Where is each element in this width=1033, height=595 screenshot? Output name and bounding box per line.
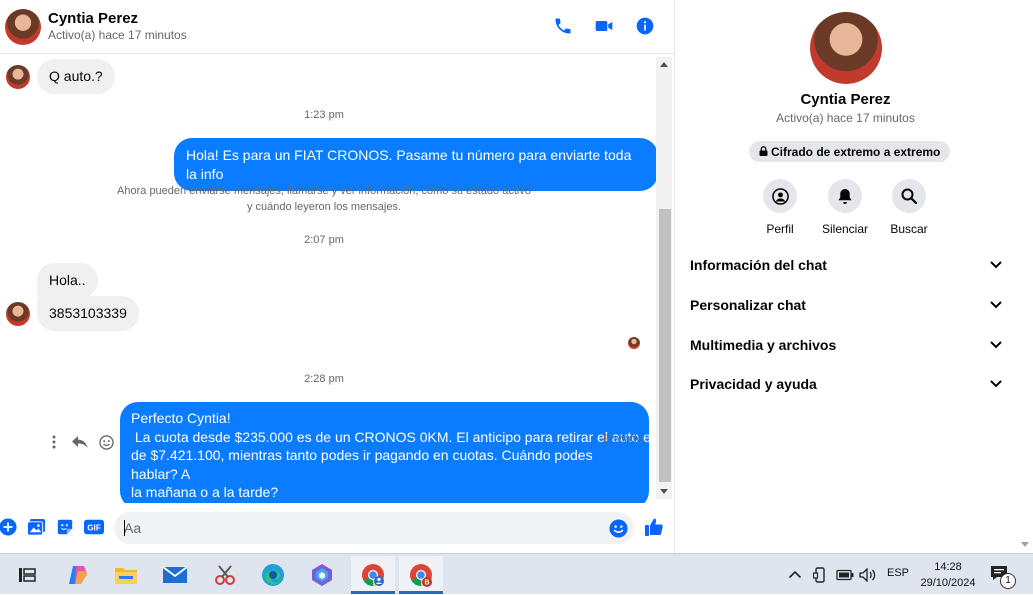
scroll-down-arrow[interactable] xyxy=(1021,542,1029,547)
text-caret xyxy=(124,520,125,536)
section-label: Información del chat xyxy=(690,257,827,273)
message-incoming[interactable]: 3853103339 xyxy=(37,296,139,331)
section-label: Multimedia y archivos xyxy=(690,337,837,353)
clock-date: 29/10/2024 xyxy=(920,577,976,589)
emoji-icon[interactable] xyxy=(608,518,628,538)
message-scrollbar[interactable] xyxy=(656,57,672,499)
timestamp: 1:23 pm xyxy=(304,109,344,121)
notification-icon[interactable]: 1 xyxy=(990,565,1016,589)
chrome-profile-icon[interactable] xyxy=(351,556,395,594)
scroll-up-arrow[interactable] xyxy=(660,62,668,67)
chat-info-panel: Cyntia Perez Activo(a) hace 17 minutos C… xyxy=(675,0,1016,553)
message-line: de $7.421.100, mientras tanto podes ir p… xyxy=(131,447,593,482)
svg-text:GIF: GIF xyxy=(87,524,101,533)
contact-status: Activo(a) hace 17 minutos xyxy=(48,28,187,42)
e2e-badge[interactable]: Cifrado de extremo a extremo xyxy=(749,141,951,162)
chat-header: Cyntia Perez Activo(a) hace 17 minutos xyxy=(0,0,674,54)
timestamp: 2:28 pm xyxy=(304,373,344,385)
system-notice-line: y cuándo leyeron los mensajes. xyxy=(246,201,402,213)
info-icon[interactable] xyxy=(634,15,656,37)
section-label: Privacidad y ayuda xyxy=(690,376,817,392)
system-notice: Ahora pueden enviarse mensajes, llamarse… xyxy=(90,183,558,215)
message-incoming[interactable]: Hola.. xyxy=(37,263,98,298)
task-view-icon[interactable] xyxy=(5,556,49,594)
chevron-down-icon xyxy=(990,296,1002,314)
volume-icon[interactable] xyxy=(859,554,877,595)
profile-label: Perfil xyxy=(766,222,794,236)
taskbar: B ESP 14:28 29/10/2024 1 xyxy=(0,553,1033,594)
mute-label: Silenciar xyxy=(821,222,869,236)
message-line: Perfecto Cyntia! xyxy=(131,410,231,426)
panel-avatar[interactable] xyxy=(810,12,882,84)
lock-icon xyxy=(759,145,768,159)
language-indicator[interactable]: ESP xyxy=(887,567,909,579)
contact-avatar[interactable] xyxy=(5,8,41,45)
contact-name[interactable]: Cyntia Perez xyxy=(48,10,187,28)
copilot-icon[interactable] xyxy=(56,556,100,594)
reply-icon[interactable] xyxy=(72,434,88,450)
panel-contact-name[interactable]: Cyntia Perez xyxy=(675,91,1016,108)
section-customize-chat[interactable]: Personalizar chat xyxy=(690,290,1002,320)
panel-scrollbar[interactable] xyxy=(1016,0,1033,553)
edge-icon[interactable] xyxy=(251,556,295,594)
section-chat-info[interactable]: Información del chat xyxy=(690,250,1002,280)
message-outgoing[interactable]: Perfecto Cyntia! La cuota desde $235.000… xyxy=(120,402,658,503)
e2e-label: Cifrado de extremo a extremo xyxy=(771,144,941,159)
notification-count: 1 xyxy=(1000,573,1016,589)
search-icon xyxy=(892,179,926,213)
system-notice-line: Ahora pueden enviarse mensajes, llamarse… xyxy=(117,185,531,197)
phone-icon[interactable] xyxy=(552,15,574,37)
tray-device-icon[interactable] xyxy=(813,554,827,595)
profile-icon xyxy=(763,179,797,213)
more-options-icon[interactable] xyxy=(46,434,62,450)
chevron-down-icon xyxy=(990,375,1002,393)
chrome-icon[interactable]: B xyxy=(399,556,443,594)
mute-button[interactable]: Silenciar xyxy=(810,179,880,236)
message-incoming[interactable]: Q auto.? xyxy=(37,59,115,94)
scroll-down-arrow[interactable] xyxy=(660,489,668,494)
file-explorer-icon[interactable] xyxy=(104,556,148,594)
battery-icon[interactable] xyxy=(836,554,854,595)
clock[interactable]: 14:28 29/10/2024 xyxy=(915,559,981,591)
profile-button[interactable]: Perfil xyxy=(745,179,815,236)
section-privacy-help[interactable]: Privacidad y ayuda xyxy=(690,369,1002,399)
sender-avatar[interactable] xyxy=(6,65,30,89)
message-line: La cuota desde $235.000 es de un CRONOS … xyxy=(131,428,658,445)
chevron-down-icon xyxy=(990,256,1002,274)
section-label: Personalizar chat xyxy=(690,297,806,313)
read-receipt-avatar xyxy=(628,337,640,349)
search-label: Buscar xyxy=(890,222,928,236)
plus-icon[interactable] xyxy=(0,517,18,537)
m365-icon[interactable] xyxy=(300,556,344,594)
message-list[interactable]: Q auto.? 1:23 pm Hola! Es para un FIAT C… xyxy=(0,55,658,503)
bell-icon xyxy=(828,179,862,213)
timestamp: 2:07 pm xyxy=(304,234,344,246)
sender-avatar[interactable] xyxy=(6,302,30,326)
video-icon[interactable] xyxy=(593,15,615,37)
image-icon[interactable] xyxy=(26,517,46,537)
message-input[interactable] xyxy=(114,512,584,544)
tray-chevron-up-icon[interactable] xyxy=(788,554,802,595)
chevron-down-icon xyxy=(990,336,1002,354)
mail-icon[interactable] xyxy=(153,556,197,594)
section-media-files[interactable]: Multimedia y archivos xyxy=(690,330,1002,360)
message-input-wrapper xyxy=(114,512,634,544)
composer: GIF xyxy=(0,508,674,548)
messenger-window: Cyntia Perez Activo(a) hace 17 minutos Q… xyxy=(0,0,1033,553)
sent-status: Enviado xyxy=(603,433,643,445)
snipping-tool-icon[interactable] xyxy=(203,556,247,594)
react-emoji-icon[interactable] xyxy=(98,434,114,450)
clock-time: 14:28 xyxy=(934,561,962,573)
svg-text:B: B xyxy=(424,580,429,587)
scroll-thumb[interactable] xyxy=(659,209,671,482)
like-icon[interactable] xyxy=(644,517,664,537)
gif-icon[interactable]: GIF xyxy=(83,517,105,537)
search-button[interactable]: Buscar xyxy=(874,179,944,236)
message-actions xyxy=(46,434,114,450)
panel-contact-status: Activo(a) hace 17 minutos xyxy=(776,111,915,125)
message-line: la mañana o a la tarde? xyxy=(131,484,279,500)
sticker-icon[interactable] xyxy=(55,517,75,537)
